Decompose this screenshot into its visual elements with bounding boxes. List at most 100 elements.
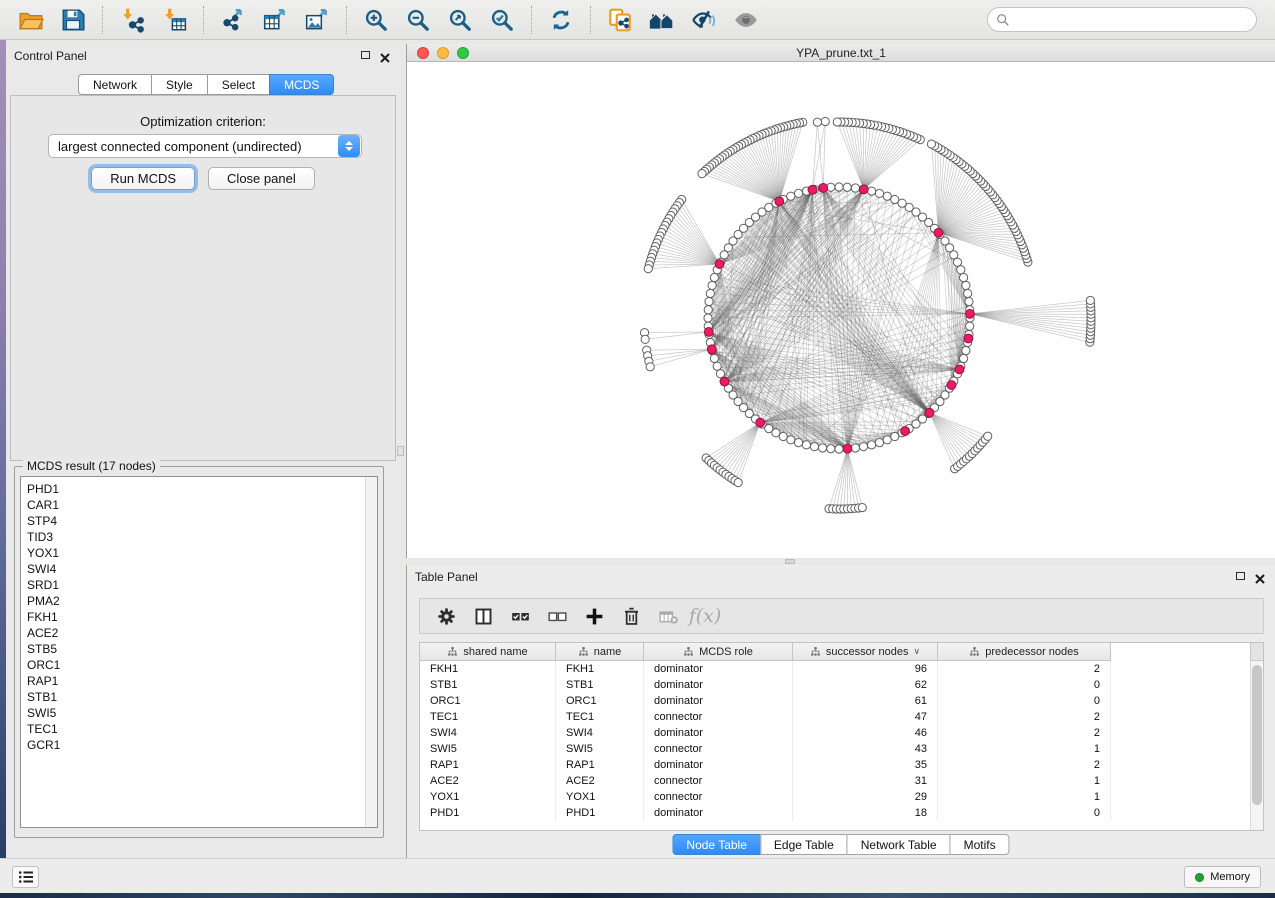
table-row[interactable]: PHD1PHD1dominator180 bbox=[420, 805, 1111, 821]
search-input[interactable] bbox=[1016, 10, 1248, 30]
optimization-criterion-select[interactable]: largest connected component (undirected) bbox=[48, 134, 362, 158]
table-row[interactable]: TEC1TEC1connector472 bbox=[420, 709, 1111, 725]
table-mode-button[interactable] bbox=[430, 601, 462, 631]
table-row[interactable]: FKH1FKH1dominator962 bbox=[420, 661, 1111, 677]
first-neighbors-button[interactable] bbox=[644, 3, 680, 37]
toolbar-separator bbox=[590, 6, 591, 34]
column-header-name[interactable]: name bbox=[556, 643, 644, 661]
table-cell: 0 bbox=[938, 677, 1111, 693]
float-panel-icon[interactable] bbox=[1236, 572, 1245, 580]
show-all-button[interactable] bbox=[728, 3, 764, 37]
table-cell: 29 bbox=[793, 789, 938, 805]
network-canvas[interactable] bbox=[407, 62, 1275, 558]
apply-layout-button[interactable] bbox=[543, 3, 579, 37]
main-toolbar bbox=[0, 0, 1275, 40]
optimization-criterion-value: largest connected component (undirected) bbox=[49, 139, 338, 154]
mcds-list-scrollbar[interactable] bbox=[365, 477, 377, 827]
tab-motifs[interactable]: Motifs bbox=[950, 834, 1010, 855]
delete-table-button[interactable] bbox=[652, 601, 684, 631]
run-mcds-button[interactable]: Run MCDS bbox=[91, 167, 195, 190]
table-cell: 0 bbox=[938, 693, 1111, 709]
network-window-titlebar[interactable]: YPA_prune.txt_1 bbox=[407, 44, 1275, 62]
column-header-successor-nodes[interactable]: successor nodes∨ bbox=[793, 643, 938, 661]
column-header-shared-name[interactable]: shared name bbox=[420, 643, 556, 661]
zoom-fit-button[interactable] bbox=[442, 3, 478, 37]
close-panel-icon[interactable] bbox=[1255, 571, 1265, 581]
tab-network-table[interactable]: Network Table bbox=[847, 834, 950, 855]
close-panel-icon[interactable] bbox=[380, 50, 390, 60]
export-image-button[interactable] bbox=[299, 3, 335, 37]
tab-network[interactable]: Network bbox=[78, 74, 151, 95]
zoom-out-button[interactable] bbox=[400, 3, 436, 37]
mcds-result-item: FKH1 bbox=[27, 609, 377, 625]
table-scrollbar-corner bbox=[1250, 643, 1263, 661]
delete-columns-button[interactable] bbox=[615, 601, 647, 631]
unchecked-boxes-icon bbox=[547, 606, 568, 627]
sort-indicator-icon: ∨ bbox=[913, 646, 920, 657]
import-table-icon bbox=[161, 7, 187, 33]
close-panel-button[interactable]: Close panel bbox=[208, 167, 315, 190]
save-session-button[interactable] bbox=[55, 3, 91, 37]
import-table-button[interactable] bbox=[156, 3, 192, 37]
create-column-button[interactable] bbox=[578, 601, 610, 631]
table-cell: PHD1 bbox=[420, 805, 556, 821]
horizontal-splitter-handle[interactable] bbox=[785, 559, 795, 564]
show-columns-button[interactable] bbox=[467, 601, 499, 631]
column-header-label: predecessor nodes bbox=[985, 646, 1079, 658]
tab-select[interactable]: Select bbox=[207, 74, 269, 95]
tab-edge-table[interactable]: Edge Table bbox=[760, 834, 847, 855]
table-row[interactable]: STB1STB1dominator620 bbox=[420, 677, 1111, 693]
table-row[interactable]: ORC1ORC1dominator610 bbox=[420, 693, 1111, 709]
export-table-button[interactable] bbox=[257, 3, 293, 37]
table-row[interactable]: RAP1RAP1dominator352 bbox=[420, 757, 1111, 773]
tab-style[interactable]: Style bbox=[151, 74, 207, 95]
toolbar-separator bbox=[531, 6, 532, 34]
table-cell: STB1 bbox=[420, 677, 556, 693]
table-panel-titlebar: Table Panel bbox=[407, 565, 1275, 589]
export-network-button[interactable] bbox=[215, 3, 251, 37]
table-row[interactable]: YOX1YOX1connector291 bbox=[420, 789, 1111, 805]
task-history-button[interactable] bbox=[12, 866, 39, 888]
mcds-result-item: STB5 bbox=[27, 641, 377, 657]
table-row[interactable]: SWI5SWI5connector431 bbox=[420, 741, 1111, 757]
tab-mcds[interactable]: MCDS bbox=[269, 74, 334, 95]
unselect-all-columns-button[interactable] bbox=[541, 601, 573, 631]
duplicate-network-button[interactable] bbox=[602, 3, 638, 37]
table-cell: SWI5 bbox=[420, 741, 556, 757]
mcds-result-item: SWI5 bbox=[27, 705, 377, 721]
table-row[interactable]: SWI4SWI4dominator462 bbox=[420, 725, 1111, 741]
zoom-selected-button[interactable] bbox=[484, 3, 520, 37]
zoom-in-button[interactable] bbox=[358, 3, 394, 37]
function-builder-button[interactable]: f(x) bbox=[689, 601, 721, 631]
table-row[interactable]: ACE2ACE2connector311 bbox=[420, 773, 1111, 789]
columns-icon bbox=[473, 606, 494, 627]
select-all-columns-button[interactable] bbox=[504, 601, 536, 631]
control-panel: Control Panel NetworkStyleSelectMCDS Opt… bbox=[6, 44, 400, 858]
table-cell: dominator bbox=[644, 693, 793, 709]
table-vertical-scrollbar[interactable] bbox=[1250, 643, 1263, 830]
network-graph[interactable] bbox=[407, 62, 1275, 558]
table-cell: 1 bbox=[938, 741, 1111, 757]
hide-selected-button[interactable] bbox=[686, 3, 722, 37]
table-cell: dominator bbox=[644, 805, 793, 821]
column-header-mcds-role[interactable]: MCDS role bbox=[644, 643, 793, 661]
control-tabs: NetworkStyleSelectMCDS bbox=[78, 74, 334, 95]
table-bottom-tabs: Node TableEdge TableNetwork TableMotifs bbox=[672, 834, 1009, 855]
application-window: Control Panel NetworkStyleSelectMCDS Opt… bbox=[0, 0, 1275, 898]
control-panel-title: Control Panel bbox=[6, 49, 87, 63]
tab-node-table[interactable]: Node Table bbox=[672, 834, 760, 855]
float-panel-icon[interactable] bbox=[361, 51, 370, 59]
vertical-splitter-handle[interactable] bbox=[397, 446, 404, 456]
toolbar-separator bbox=[203, 6, 204, 34]
table-cell: connector bbox=[644, 709, 793, 725]
open-session-button[interactable] bbox=[13, 3, 49, 37]
node-table-header: shared namenameMCDS rolesuccessor nodes∨… bbox=[420, 643, 1111, 661]
table-scrollbar-thumb[interactable] bbox=[1252, 665, 1262, 805]
memory-button[interactable]: Memory bbox=[1184, 866, 1261, 888]
horizontal-splitter[interactable] bbox=[406, 558, 1275, 565]
floppy-disk-icon bbox=[60, 7, 86, 33]
mcds-result-item: SWI4 bbox=[27, 561, 377, 577]
import-network-button[interactable] bbox=[114, 3, 150, 37]
column-header-predecessor-nodes[interactable]: predecessor nodes bbox=[938, 643, 1111, 661]
zoom-selected-icon bbox=[489, 7, 515, 33]
